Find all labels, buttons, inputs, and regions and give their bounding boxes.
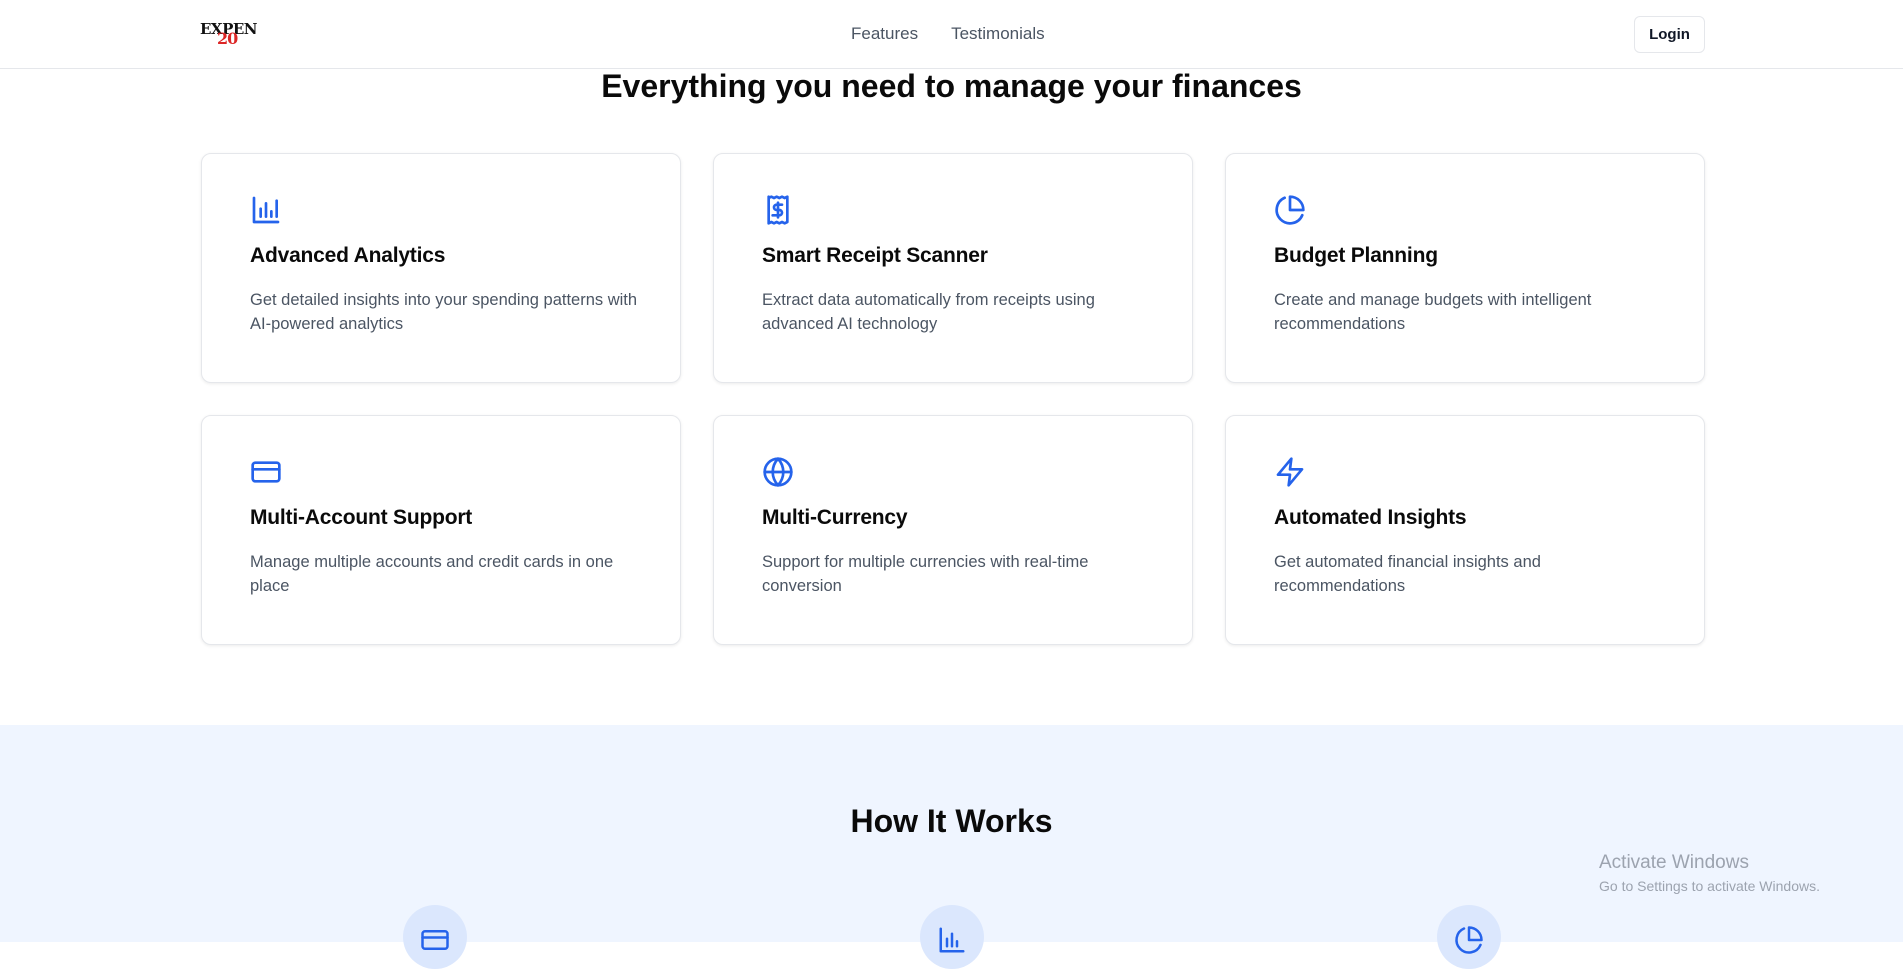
navbar: EXPEN 20 Features Testimonials Login (0, 0, 1903, 69)
logo-text-bottom: 20 (217, 29, 238, 48)
features-grid: Advanced Analytics Get detailed insights… (201, 153, 1705, 645)
feature-card-description: Extract data automatically from receipts… (762, 291, 1095, 333)
step-icon-circle (1437, 905, 1501, 969)
feature-card-budget-planning: Budget Planning Create and manage budget… (1225, 153, 1705, 383)
bar-chart-icon (939, 927, 965, 953)
feature-card-multi-currency: Multi-Currency Support for multiple curr… (713, 415, 1193, 645)
feature-card-automated-insights: Automated Insights Get automated financi… (1225, 415, 1705, 645)
credit-card-icon (421, 930, 449, 950)
feature-card-title: Multi-Account Support (250, 506, 473, 529)
feature-card-title: Budget Planning (1274, 244, 1438, 267)
watermark-title: Activate Windows (1599, 852, 1749, 873)
nav-link-testimonials[interactable]: Testimonials (951, 24, 1045, 44)
features-title: Everything you need to manage your finan… (601, 68, 1302, 104)
globe-icon (762, 456, 794, 488)
feature-card-title: Advanced Analytics (250, 244, 446, 267)
how-it-works-title: How It Works (850, 803, 1053, 839)
zap-icon (1274, 456, 1306, 488)
nav-links: Features Testimonials (851, 24, 1045, 44)
feature-card-description: Create and manage budgets with intellige… (1274, 291, 1592, 333)
feature-card-title: Smart Receipt Scanner (762, 244, 988, 267)
credit-card-icon (250, 456, 282, 488)
pie-chart-icon (1455, 926, 1483, 954)
step-icon-circle (920, 905, 984, 969)
feature-card-description: Get automated financial insights and rec… (1274, 553, 1541, 595)
feature-card-smart-receipt-scanner: Smart Receipt Scanner Extract data autom… (713, 153, 1193, 383)
feature-card-multi-account-support: Multi-Account Support Manage multiple ac… (201, 415, 681, 645)
feature-card-description: Manage multiple accounts and credit card… (250, 553, 614, 595)
feature-card-description: Support for multiple currencies with rea… (762, 553, 1089, 595)
bar-chart-icon (250, 194, 282, 226)
step-icon-circle (403, 905, 467, 969)
pie-chart-icon (1274, 194, 1306, 226)
nav-link-features[interactable]: Features (851, 24, 918, 44)
feature-card-title: Multi-Currency (762, 506, 908, 529)
logo[interactable]: EXPEN 20 (200, 22, 262, 48)
feature-card-title: Automated Insights (1274, 506, 1467, 529)
activate-windows-watermark: Activate Windows Go to Settings to activ… (1599, 852, 1820, 895)
watermark-subtitle: Go to Settings to activate Windows. (1599, 878, 1820, 894)
receipt-icon (762, 194, 794, 226)
feature-card-description: Get detailed insights into your spending… (250, 291, 638, 333)
login-button[interactable]: Login (1634, 16, 1705, 53)
feature-card-advanced-analytics: Advanced Analytics Get detailed insights… (201, 153, 681, 383)
